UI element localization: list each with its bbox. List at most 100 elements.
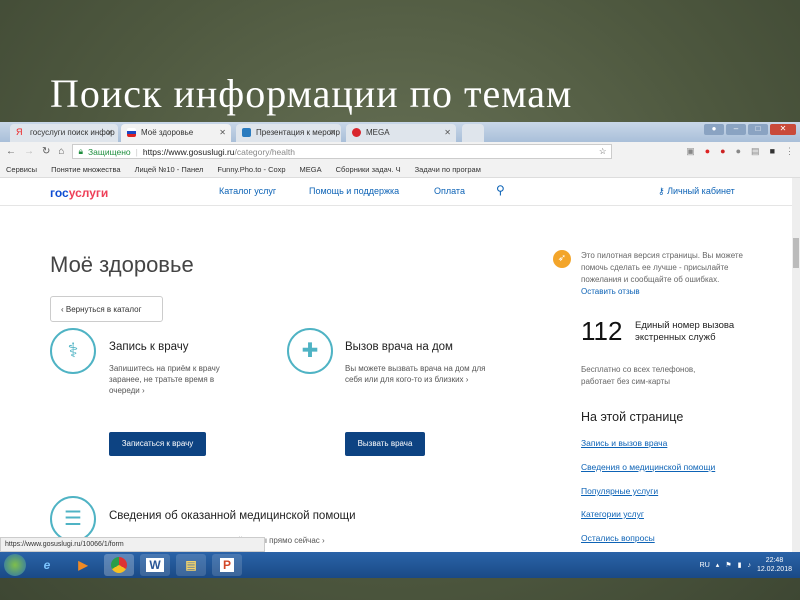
stethoscope-icon: ⚕: [50, 328, 96, 374]
flag-icon[interactable]: ⚑: [725, 561, 731, 569]
search-icon[interactable]: ⚲: [496, 183, 505, 197]
time: 22:48: [765, 557, 784, 564]
logo-part: гос: [50, 186, 69, 200]
menu-icon[interactable]: ⋮: [785, 146, 794, 157]
minimize-button[interactable]: –: [726, 124, 746, 135]
close-icon[interactable]: ✕: [106, 128, 113, 137]
call-doctor-button[interactable]: Вызвать врача: [345, 432, 425, 456]
tab-strip: Ягосуслуги поиск инфор ✕ Моё здоровье ✕ Пр…: [0, 122, 800, 142]
status-bar-url: https://www.gosuslugi.ru/10066/1/form: [0, 537, 265, 552]
star-icon[interactable]: ☆: [599, 146, 607, 157]
close-icon[interactable]: ✕: [444, 128, 451, 137]
tab-1[interactable]: Ягосуслуги поиск инфор ✕: [10, 124, 118, 142]
site-logo[interactable]: госуслуги: [50, 186, 108, 200]
extension-icon[interactable]: ●: [705, 146, 710, 157]
card-title[interactable]: Вызов врача на дом: [345, 341, 453, 353]
bookmark[interactable]: Funny.Pho.to - Сохр: [217, 165, 285, 174]
bookmarks-bar: Сервисы Понятие множества Лицей №10 - Па…: [0, 161, 800, 178]
bookmark[interactable]: MEGA: [300, 165, 322, 174]
emergency-label: Единый номер вызова экстренных служб: [635, 320, 735, 343]
ie-icon[interactable]: e: [32, 554, 62, 576]
volume-icon[interactable]: ♪: [747, 562, 751, 569]
extension-icon[interactable]: ●: [736, 146, 741, 157]
url-path: /category/health: [234, 146, 295, 157]
scrollbar-thumb[interactable]: [793, 238, 799, 268]
rocket-icon: ➶: [553, 250, 571, 268]
feedback-link[interactable]: Оставить отзыв: [581, 287, 640, 296]
logo-part: услуги: [68, 186, 109, 200]
yandex-icon: Я: [16, 127, 23, 137]
url-host: https://www.gosuslugi.ru: [142, 146, 235, 157]
toc-link[interactable]: Остались вопросы: [581, 533, 655, 543]
pilot-notice: Это пилотная версия страницы. Вы можете …: [581, 251, 743, 296]
card-title[interactable]: Запись к врачу: [109, 341, 189, 353]
bookmark[interactable]: Сборники задач. Ч: [336, 165, 401, 174]
book-doctor-button[interactable]: Записаться к врачу: [109, 432, 206, 456]
bookmark[interactable]: Лицей №10 - Панел: [135, 165, 204, 174]
extension-icon[interactable]: ■: [770, 146, 775, 157]
tab-label: MEGA: [366, 128, 390, 137]
card-desc: Запишитесь на приём к врачу заранее, не …: [109, 364, 220, 395]
address-bar[interactable]: 🔒︎ Защищено | https://www.gosuslugi.ru/cate…: [72, 144, 613, 159]
card-title[interactable]: Сведения об оказанной медицинской помощи: [109, 510, 356, 522]
forward-icon[interactable]: →: [24, 146, 34, 157]
system-tray: RU ▴ ⚑ ▮ ♪ 22:48 12.02.2018: [700, 556, 800, 574]
back-icon[interactable]: ←: [6, 146, 16, 157]
pdf-icon[interactable]: ▤: [751, 146, 760, 157]
bookmark[interactable]: Понятие множества: [51, 165, 120, 174]
page-title: Моё здоровье: [50, 252, 194, 277]
maximize-button[interactable]: □: [748, 124, 768, 135]
emergency-number: 112: [581, 316, 623, 346]
book-icon: [242, 128, 251, 137]
reload-icon[interactable]: ↻: [42, 146, 50, 157]
explorer-icon[interactable]: ▤: [176, 554, 206, 576]
security-label: Защищено: [87, 146, 131, 157]
mega-icon: [352, 128, 361, 137]
camera-icon[interactable]: ▣: [686, 146, 695, 157]
media-player-icon[interactable]: ▶: [68, 554, 98, 576]
card-desc: Вы можете вызвать врача на дом для себя …: [345, 364, 486, 384]
back-to-catalog-button[interactable]: ‹ Вернуться в каталог: [50, 296, 163, 322]
new-tab-button[interactable]: [462, 124, 484, 142]
tab-2[interactable]: Моё здоровье ✕: [121, 124, 231, 142]
toc-link[interactable]: Категории услуг: [581, 509, 644, 519]
user-icon[interactable]: ●: [704, 124, 724, 135]
toc-link[interactable]: Сведения о медицинской помощи: [581, 462, 715, 472]
account-link[interactable]: ⚷ Личный кабинет: [658, 186, 735, 197]
start-button[interactable]: [4, 554, 26, 576]
flag-icon: [127, 128, 136, 137]
close-icon[interactable]: ✕: [329, 128, 336, 137]
account-label: Личный кабинет: [667, 186, 735, 196]
slide-title: Поиск информации по темам: [50, 71, 573, 116]
word-icon[interactable]: W: [140, 554, 170, 576]
scrollbar[interactable]: [792, 178, 800, 578]
back-label: Вернуться в каталог: [65, 305, 142, 314]
close-window-button[interactable]: ✕: [770, 124, 796, 135]
nav-help[interactable]: Помощь и поддержка: [309, 186, 399, 196]
tab-3[interactable]: Презентация к меропр ✕: [236, 124, 341, 142]
document-icon: ☰: [50, 496, 96, 542]
nav-catalog[interactable]: Каталог услуг: [219, 186, 276, 196]
toc-link[interactable]: Популярные услуги: [581, 486, 658, 496]
tab-4[interactable]: MEGA ✕: [346, 124, 456, 142]
extension-icon[interactable]: ●: [720, 146, 725, 157]
bookmark-apps[interactable]: Сервисы: [6, 165, 37, 174]
chrome-icon[interactable]: [104, 554, 134, 576]
language-indicator[interactable]: RU: [700, 562, 710, 569]
bookmark[interactable]: Задачи по програм: [415, 165, 481, 174]
tab-label: госуслуги поиск инфор: [30, 128, 115, 137]
clock[interactable]: 22:48 12.02.2018: [757, 556, 792, 574]
date: 12.02.2018: [756, 566, 792, 573]
toc-link[interactable]: Запись и вызов врача: [581, 438, 667, 448]
nav-payment[interactable]: Оплата: [434, 186, 465, 196]
extensions: ▣ ● ● ● ▤ ■ ⋮: [686, 146, 794, 157]
home-icon[interactable]: ⌂: [58, 146, 64, 157]
key-icon: ⚷: [658, 186, 668, 196]
powerpoint-icon[interactable]: P: [212, 554, 242, 576]
network-icon[interactable]: ▮: [738, 561, 742, 569]
emergency-desc: Бесплатно со всех телефонов, работает бе…: [581, 365, 696, 386]
taskbar: e ▶ W ▤ P RU ▴ ⚑ ▮ ♪ 22:48 12.02.2018: [0, 552, 800, 578]
tray-arrow-icon[interactable]: ▴: [716, 561, 720, 569]
site-header: госуслуги Каталог услуг Помощь и поддерж…: [0, 178, 792, 206]
close-icon[interactable]: ✕: [219, 128, 226, 137]
